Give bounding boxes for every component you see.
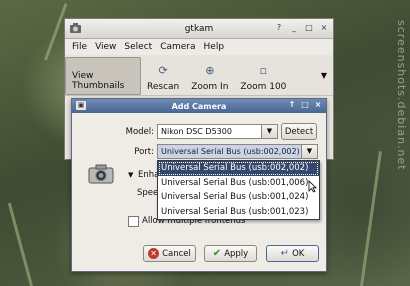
view-thumbnails-label: View Thumbnails <box>72 71 125 91</box>
cancel-button[interactable]: ✕ Cancel <box>143 245 196 262</box>
port-option[interactable]: Universal Serial Bus (usb:001,024) <box>158 190 319 205</box>
apply-icon: ✔ <box>212 248 222 259</box>
window-titlebar[interactable]: gtkam ? _ □ × <box>65 19 333 39</box>
camera-icon <box>88 164 114 184</box>
window-title: gtkam <box>184 23 214 34</box>
dialog-titlebar[interactable]: ▣ Add Camera ↑ □ × <box>72 99 326 113</box>
port-dropdown-icon[interactable]: ▼ <box>301 145 317 158</box>
port-combo[interactable]: Universal Serial Bus (usb:002,002) ▼ <box>157 144 318 159</box>
view-thumbnails-button[interactable]: View Thumbnails <box>65 57 141 95</box>
maximize-button[interactable]: □ <box>303 22 315 34</box>
port-option[interactable]: Universal Serial Bus (usb:001,023) <box>158 205 319 220</box>
model-combo[interactable]: Nikon DSC D5300 ▼ <box>157 124 278 139</box>
port-label: Port: <box>134 147 154 157</box>
detect-button[interactable]: Detect <box>281 123 317 140</box>
rescan-label: Rescan <box>147 82 180 92</box>
port-option[interactable]: Universal Serial Bus (usb:002,002) <box>158 161 319 176</box>
cancel-label: Cancel <box>162 248 191 259</box>
apply-label: Apply <box>224 248 249 259</box>
ok-label: OK <box>292 248 305 259</box>
expander-arrow-icon[interactable]: ▼ <box>128 171 133 179</box>
watermark: screenshots.debian.net <box>395 20 408 171</box>
dialog-maximize-button[interactable]: □ <box>300 100 310 110</box>
allow-multiple-checkbox[interactable] <box>128 216 139 227</box>
toolbar: View Thumbnails ⟳ Rescan ⊕ Zoom In ▫ Zoo… <box>65 55 333 96</box>
dialog-shade-button[interactable]: ↑ <box>287 100 297 110</box>
speed-label: Spee <box>137 188 159 198</box>
minimize-button[interactable]: _ <box>288 22 300 34</box>
apply-button[interactable]: ✔ Apply <box>204 245 257 262</box>
menu-camera[interactable]: Camera <box>160 42 195 52</box>
cancel-icon: ✕ <box>148 248 160 259</box>
thumbnails-icon <box>96 58 110 66</box>
menu-select[interactable]: Select <box>124 42 152 52</box>
zoom-in-icon: ⊕ <box>205 63 215 77</box>
menubar: File View Select Camera Help <box>65 39 333 55</box>
dialog-close-button[interactable]: × <box>313 100 323 110</box>
model-label: Model: <box>125 127 154 137</box>
close-button[interactable]: × <box>318 22 330 34</box>
ok-icon: ↵ <box>280 248 290 259</box>
port-option[interactable]: Universal Serial Bus (usb:001,006) <box>158 176 319 191</box>
menu-help[interactable]: Help <box>204 42 225 52</box>
help-button[interactable]: ? <box>273 22 285 34</box>
model-dropdown-icon[interactable]: ▼ <box>261 125 277 138</box>
menu-view[interactable]: View <box>95 42 116 52</box>
port-value: Universal Serial Bus (usb:002,002) <box>161 147 300 156</box>
zoom-in-button[interactable]: ⊕ Zoom In <box>185 57 234 95</box>
zoom-100-label: Zoom 100 <box>240 82 287 92</box>
port-dropdown-list: Universal Serial Bus (usb:002,002) Unive… <box>157 160 320 220</box>
dialog-menu-icon[interactable]: ▣ <box>76 101 86 110</box>
app-camera-icon <box>70 23 81 33</box>
rescan-icon: ⟳ <box>158 63 168 77</box>
zoom-in-label: Zoom In <box>191 82 229 92</box>
zoom-100-button[interactable]: ▫ Zoom 100 <box>234 57 292 95</box>
toolbar-overflow-icon[interactable]: ▼ <box>321 71 327 80</box>
rescan-button[interactable]: ⟳ Rescan <box>141 57 185 95</box>
menu-file[interactable]: File <box>72 42 87 52</box>
model-value: Nikon DSC D5300 <box>161 127 232 136</box>
mouse-cursor-icon <box>308 180 317 193</box>
detect-label: Detect <box>284 126 314 137</box>
zoom-100-icon: ▫ <box>259 63 268 77</box>
dialog-title: Add Camera <box>171 101 227 111</box>
ok-button[interactable]: ↵ OK <box>266 245 319 262</box>
